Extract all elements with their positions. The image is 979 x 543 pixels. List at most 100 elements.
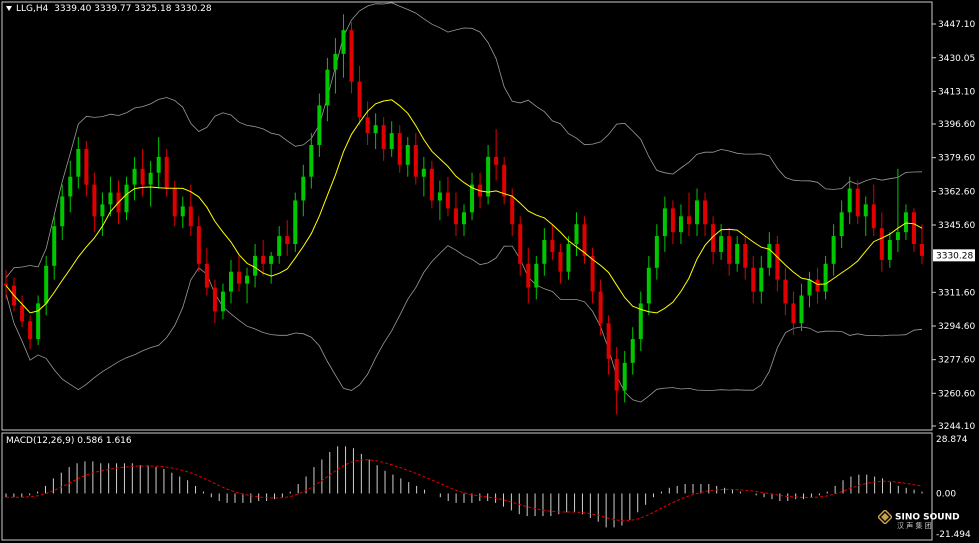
candle-body [196,226,201,264]
candle-body [413,144,418,177]
candle-body [791,303,796,324]
candle-body [494,156,499,165]
candle-body [719,236,724,252]
candle-body [871,204,876,229]
candle-body [132,168,137,185]
candle-body [799,295,804,324]
candle-body [84,148,89,185]
candle-body [437,192,442,201]
candle-body [767,244,772,268]
candle-body [445,192,450,209]
candle-body [20,305,25,322]
candle-body [598,291,603,324]
candle-body [341,30,346,54]
candle-body [462,212,466,225]
watermark-logo: SINO SOUND 汉 声 集 团 [878,510,960,531]
candle-body [686,216,691,225]
candle-body [237,271,242,284]
candle-body [397,133,402,165]
candle-body [68,176,73,197]
bollinger-bands [5,2,923,403]
candle-body [622,362,627,391]
price-tick-label: 3260.60 [938,389,975,399]
price-tick-label: 3430.05 [938,54,975,64]
candle-body [550,240,555,252]
main-panel-border [1,1,933,431]
chart-header: LLG,H4 3339.40 3339.77 3325.18 3330.28 [6,4,212,14]
candle-body [775,244,780,280]
macd-header: MACD(12,26,9) 0.586 1.616 [6,436,132,446]
bollinger-upper-line [5,2,923,278]
candle-body [903,212,908,233]
candle-body [429,168,434,201]
candle-body [228,271,233,292]
candle-body [188,206,193,227]
candle-body [76,148,81,177]
candle-body [526,263,531,288]
candle-body [654,236,659,268]
dropdown-triangle-icon[interactable] [6,6,12,11]
candle-body [245,275,250,284]
candle-body [566,244,571,272]
candle-body [839,212,844,237]
candle-body [887,240,892,260]
macd-label: MACD(12,26,9) [6,436,75,446]
candle-body [204,263,209,288]
candle-body [630,339,635,363]
candle-body [253,255,258,276]
candle-body [220,291,225,312]
candle-body [389,133,394,149]
candle-body [285,236,290,245]
candle-body [453,208,458,225]
candle-body [703,200,708,225]
candlesticks [4,14,924,415]
candle-body [317,105,322,145]
price-tick-label: 3396.60 [938,120,975,130]
macd-tick-label: -21.494 [936,530,971,540]
candle-body [920,244,924,256]
candle-body [847,188,852,213]
macd-tick-label: 28.874 [936,435,968,445]
candle-body [36,303,41,340]
price-tick-label: 3362.60 [938,187,975,197]
candle-body [421,168,426,177]
bollinger-lower-line [5,245,923,403]
candle-body [783,279,788,304]
price-tick-label: 3447.10 [938,20,975,30]
candle-body [277,236,282,256]
candle-body [735,244,740,264]
candle-body [100,204,105,217]
price-tick-label: 3379.60 [938,154,975,164]
candle-body [28,321,33,340]
candle-body [895,232,900,241]
candle-body [670,208,675,233]
candle-body [349,30,354,82]
candle-body [52,226,57,266]
candle-body [807,279,812,296]
candle-body [614,358,619,391]
candle-body [92,184,97,217]
candle-body [156,156,161,173]
candle-body [558,251,563,272]
candle-body [60,196,65,227]
candle-body [751,267,756,292]
candle-body [381,125,386,149]
price-tick-label: 3345.60 [938,221,975,231]
price-axis: 3447.10 3430.05 3413.10 3396.60 3379.60 3362.… [932,20,975,540]
candle-body [855,188,860,217]
candle-body [301,176,306,201]
candle-body [180,206,185,217]
candle-body [518,224,523,264]
candle-body [695,200,700,225]
candle-body [510,196,515,225]
candle-body [815,279,820,292]
macd-panel [5,446,923,528]
candle-body [606,323,611,359]
candle-body [879,228,884,260]
sino-sound-logo-icon [878,510,892,524]
candle-body [727,236,732,264]
candle-body [911,212,916,245]
candle-body [309,144,314,177]
candle-body [662,208,667,237]
candle-body [124,184,129,213]
